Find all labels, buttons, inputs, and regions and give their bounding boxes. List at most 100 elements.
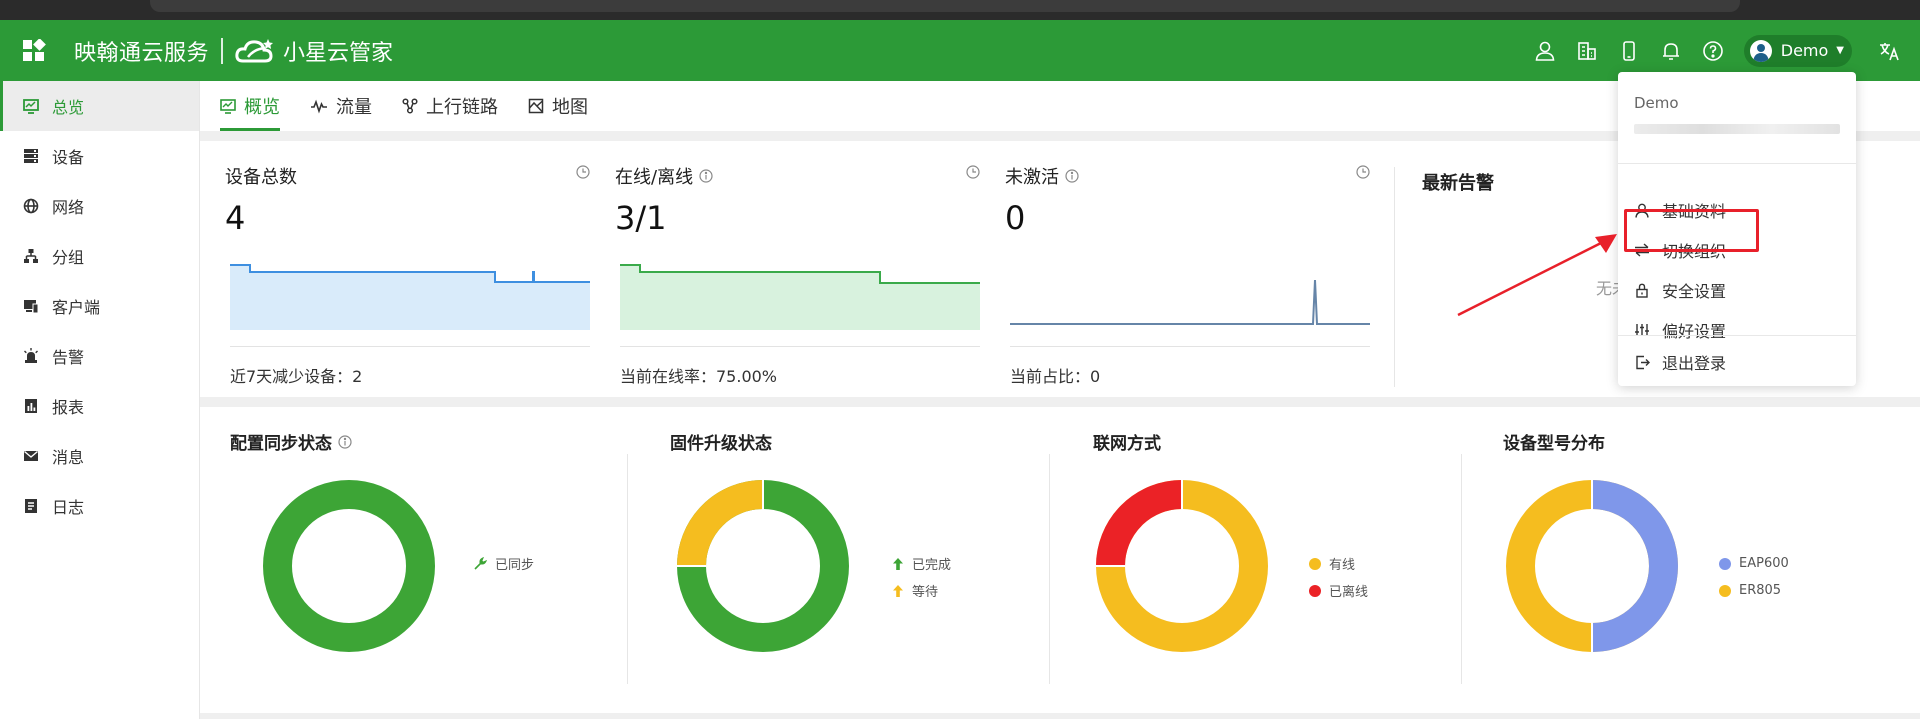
monitor-icon xyxy=(22,97,40,115)
legend-dot xyxy=(1719,557,1731,570)
sidebar-item-alarms[interactable]: 告警 xyxy=(0,331,199,381)
stat-title: 在线/离线 xyxy=(615,167,694,188)
sidebar-item-overview[interactable]: 总览 xyxy=(0,81,199,131)
stat-value: 3/1 xyxy=(615,199,667,237)
stat-footer: 近7天减少设备：2 xyxy=(230,367,363,386)
globe-icon xyxy=(22,197,40,215)
sidebar-item-label: 客户端 xyxy=(52,298,101,317)
menu-item-logout[interactable]: 退出登录 xyxy=(1618,342,1856,382)
clock-icon[interactable] xyxy=(966,165,980,179)
dropdown-user-email-redacted xyxy=(1634,124,1840,134)
legend-dot xyxy=(1309,557,1321,570)
building-icon[interactable] xyxy=(1566,20,1608,81)
user-name: Demo xyxy=(1780,41,1829,60)
legend-label: ER805 xyxy=(1739,583,1782,598)
stat-divider xyxy=(230,346,590,347)
brand-area: 映翰通云服务 小星云管家 xyxy=(22,20,393,81)
dropdown-divider xyxy=(1618,335,1856,336)
tab-overview[interactable]: 概览 xyxy=(220,81,280,131)
logout-icon xyxy=(1634,354,1650,370)
sidebar-item-groups[interactable]: 分组 xyxy=(0,231,199,281)
charts-card: 配置同步状态 已同步 固件升级状态 已完成 等待 联网方式 有线 已离线 设备型… xyxy=(200,407,1920,713)
annotation-highlight-box xyxy=(1624,209,1759,252)
legend-item: EAP600 xyxy=(1719,550,1789,577)
alarm-light-icon xyxy=(22,347,40,365)
stat-value: 4 xyxy=(225,199,246,237)
clock-icon[interactable] xyxy=(576,165,590,179)
chart-title-text: 配置同步状态 xyxy=(230,434,332,454)
stats-divider xyxy=(1394,167,1395,387)
devices-icon xyxy=(22,297,40,315)
cloud-star-logo-icon xyxy=(235,38,274,62)
menu-item-security[interactable]: 安全设置 xyxy=(1618,270,1856,310)
sidebar: 总览 设备 网络 分组 客户端 告警 报表 消息 日志 xyxy=(0,81,200,719)
legend-label: 等待 xyxy=(912,585,939,600)
sidebar-item-label: 总览 xyxy=(52,98,85,117)
chart-model-distribution: 设备型号分布 EAP600 ER805 xyxy=(1503,407,1903,713)
sidebar-item-label: 报表 xyxy=(52,398,85,417)
info-icon[interactable] xyxy=(1065,169,1079,183)
sidebar-item-logs[interactable]: 日志 xyxy=(0,481,199,531)
sidebar-item-label: 告警 xyxy=(52,348,85,367)
model-donut-chart xyxy=(1506,480,1678,652)
total-devices-trend-chart xyxy=(230,264,590,330)
sidebar-item-reports[interactable]: 报表 xyxy=(0,381,199,431)
product-name: 小星云管家 xyxy=(283,40,394,66)
sidebar-item-devices[interactable]: 设备 xyxy=(0,131,199,181)
browser-address-bar xyxy=(150,0,1740,12)
chart-network-type: 联网方式 有线 已离线 xyxy=(1093,407,1493,713)
sidebar-item-network[interactable]: 网络 xyxy=(0,181,199,231)
tab-traffic[interactable]: 流量 xyxy=(310,81,372,131)
chart-config-sync: 配置同步状态 已同步 xyxy=(230,407,630,713)
sidebar-item-messages[interactable]: 消息 xyxy=(0,431,199,481)
chart-title: 固件升级状态 xyxy=(670,434,772,454)
stat-header: 未激活 xyxy=(1005,163,1370,189)
language-icon[interactable] xyxy=(1868,20,1910,81)
info-icon[interactable] xyxy=(338,434,352,449)
user-menu-button[interactable]: Demo ▼ xyxy=(1743,34,1852,67)
tab-map[interactable]: 地图 xyxy=(528,81,588,131)
account-icon[interactable] xyxy=(1524,20,1566,81)
chart-legend: 已完成 等待 xyxy=(892,550,951,604)
stat-divider xyxy=(1010,346,1370,347)
chevron-down-icon: ▼ xyxy=(1836,45,1844,56)
app-grid-icon[interactable] xyxy=(22,38,46,63)
stat-footer: 当前占比：0 xyxy=(1010,367,1101,386)
inactive-trend-chart xyxy=(1010,279,1370,325)
chart-legend: 有线 已离线 xyxy=(1309,550,1368,604)
chart-title: 联网方式 xyxy=(1093,434,1161,454)
stat-divider xyxy=(620,346,980,347)
chart-legend: EAP600 ER805 xyxy=(1719,550,1789,604)
info-icon[interactable] xyxy=(699,169,713,183)
legend-label: 已完成 xyxy=(912,558,952,573)
stat-footer: 当前在线率：75.00% xyxy=(620,367,778,386)
clock-icon[interactable] xyxy=(1356,165,1370,179)
stat-value: 0 xyxy=(1005,199,1026,237)
legend-item: 已完成 xyxy=(892,550,951,577)
legend-dot xyxy=(1719,584,1731,597)
dropdown-user-name: Demo xyxy=(1634,94,1679,112)
tab-label: 概览 xyxy=(244,97,280,118)
stat-inactive: 未激活 0 当前占比：0 xyxy=(1005,141,1370,397)
tab-uplink[interactable]: 上行链路 xyxy=(402,81,498,131)
legend-item: 有线 xyxy=(1309,550,1368,577)
pulse-icon xyxy=(310,98,328,114)
sidebar-item-label: 分组 xyxy=(52,248,85,267)
chart-title: 设备型号分布 xyxy=(1503,434,1605,454)
menu-item-label: 偏好设置 xyxy=(1662,322,1727,341)
stat-header: 在线/离线 xyxy=(615,163,980,189)
menu-item-label: 退出登录 xyxy=(1662,354,1727,373)
firmware-donut-chart xyxy=(677,480,849,652)
chart-divider xyxy=(1461,454,1462,684)
legend-label: 已同步 xyxy=(495,558,535,573)
chart-title: 配置同步状态 xyxy=(230,429,352,454)
sidebar-item-clients[interactable]: 客户端 xyxy=(0,281,199,331)
sitemap-icon xyxy=(22,247,40,265)
arrow-up-icon xyxy=(893,557,903,570)
legend-item: ER805 xyxy=(1719,577,1789,604)
online-trend-chart xyxy=(620,264,980,330)
legend-label: EAP600 xyxy=(1739,556,1789,571)
chart-divider xyxy=(1049,454,1050,684)
logbook-icon xyxy=(22,497,40,515)
lock-icon xyxy=(1634,282,1650,298)
